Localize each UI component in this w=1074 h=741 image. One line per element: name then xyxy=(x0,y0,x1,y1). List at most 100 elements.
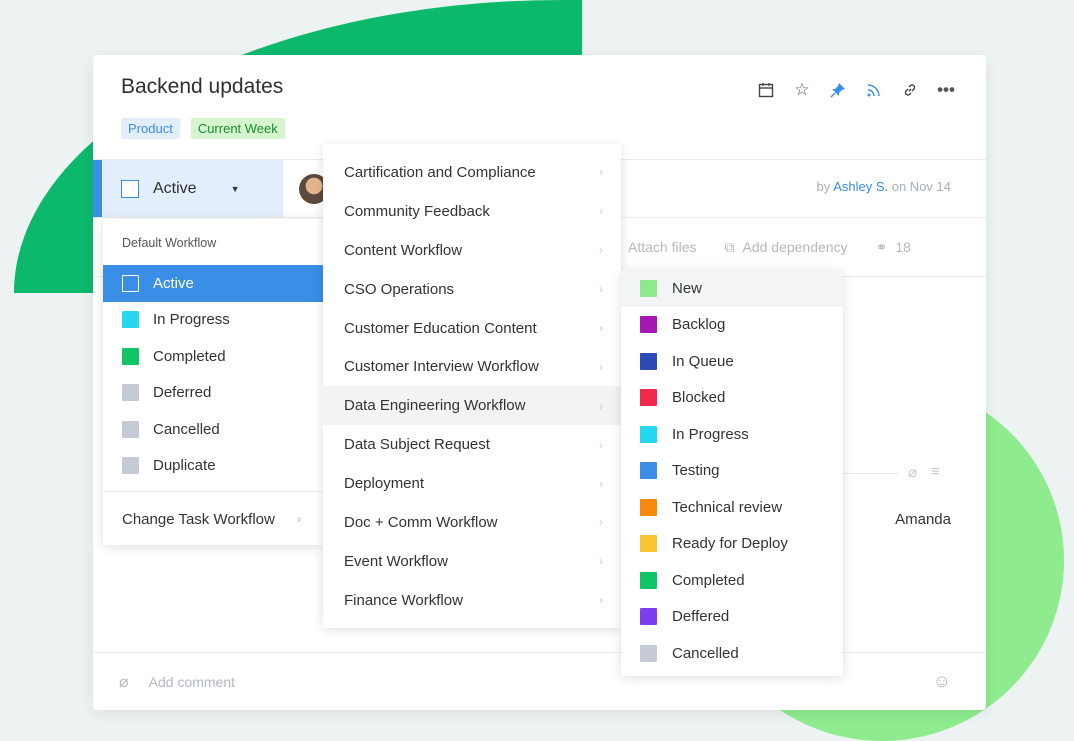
add-dependency-button[interactable]: ⧉ Add dependency xyxy=(724,239,847,256)
header-toolbar: ☆ ••• xyxy=(756,80,956,100)
workflow-label: CSO Operations xyxy=(344,280,455,298)
link-icon[interactable] xyxy=(900,80,920,100)
status-color-swatch xyxy=(640,535,657,553)
workflow-item[interactable]: Cartification and Compliance › xyxy=(323,153,621,192)
status-item[interactable]: Cancelled xyxy=(621,635,843,672)
status-item-label: Technical review xyxy=(672,498,783,516)
status-color-swatch xyxy=(640,279,657,297)
status-dropdown-button[interactable]: Active ▼ xyxy=(93,160,283,217)
workflow-label: Community Feedback xyxy=(344,202,490,220)
workflow-item[interactable]: Doc + Comm Workflow › xyxy=(323,503,621,542)
workflow-item[interactable]: Content Workflow › xyxy=(323,231,621,270)
change-task-workflow-label: Change Task Workflow xyxy=(122,510,275,528)
status-item-label: Completed xyxy=(672,571,745,589)
chevron-right-icon: › xyxy=(599,398,603,413)
more-icon[interactable]: ••• xyxy=(936,80,956,100)
chevron-right-icon: › xyxy=(599,437,603,452)
author-link[interactable]: Ashley S. xyxy=(833,179,888,194)
status-item-label: Cancelled xyxy=(672,644,739,662)
status-color-swatch xyxy=(640,352,657,370)
attach-files-button[interactable]: Attach files xyxy=(628,239,696,256)
workflow-item[interactable]: Community Feedback › xyxy=(323,192,621,231)
workflow-label: Data Subject Request xyxy=(344,436,490,454)
status-item[interactable]: Technical review xyxy=(621,489,843,526)
change-task-workflow-item[interactable]: Change Task Workflow › xyxy=(103,492,325,546)
status-item-label: Backlog xyxy=(672,316,726,334)
chevron-right-icon: › xyxy=(599,554,603,569)
status-item-label: New xyxy=(672,279,703,297)
workflow-label: Data Engineering Workflow xyxy=(344,397,526,415)
task-title[interactable]: Backend updates xyxy=(121,75,283,99)
chevron-right-icon: › xyxy=(599,243,603,258)
pin-icon[interactable] xyxy=(828,80,848,100)
comment-input[interactable]: Add comment xyxy=(149,674,235,690)
byline: by Ashley S. on Nov 14 xyxy=(817,179,951,194)
workflow-item[interactable]: Deployment › xyxy=(323,464,621,503)
status-item[interactable]: In Queue xyxy=(621,343,843,380)
status-item-label: Testing xyxy=(672,462,720,480)
workflow-label: Deployment xyxy=(344,475,425,493)
status-color-swatch xyxy=(640,462,657,480)
star-icon[interactable]: ☆ xyxy=(792,80,812,100)
status-option-label: Active xyxy=(153,274,194,292)
tag-product[interactable]: Product xyxy=(121,118,180,139)
status-item[interactable]: Testing xyxy=(621,453,843,490)
assignee-name[interactable]: Amanda xyxy=(895,511,951,528)
workflow-item[interactable]: CSO Operations › xyxy=(323,270,621,309)
tag-current-week[interactable]: Current Week xyxy=(190,118,285,139)
status-color-swatch xyxy=(640,316,657,334)
workflow-label: Event Workflow xyxy=(344,552,448,570)
status-item-label: Blocked xyxy=(672,389,726,407)
status-item[interactable]: Completed xyxy=(621,562,843,599)
menu-heading: Default Workflow xyxy=(122,236,217,250)
calendar-icon[interactable] xyxy=(756,80,776,100)
status-color-swatch xyxy=(122,311,139,329)
status-item[interactable]: In Progress xyxy=(621,416,843,453)
status-option-deferred[interactable]: Deferred xyxy=(103,375,325,412)
status-item[interactable]: New xyxy=(621,270,843,307)
add-dependency-label: Add dependency xyxy=(742,239,848,255)
paperclip-icon[interactable]: ⌀ xyxy=(119,672,129,692)
paperclip-icon[interactable]: ⌀ xyxy=(908,463,917,481)
status-item[interactable]: Blocked xyxy=(621,380,843,417)
chevron-right-icon: › xyxy=(599,515,603,530)
workflow-item-highlighted[interactable]: Data Engineering Workflow › xyxy=(323,386,621,426)
status-option-label: Deferred xyxy=(153,384,212,402)
workflow-item[interactable]: Finance Workflow › xyxy=(323,581,621,620)
status-color-swatch xyxy=(640,425,657,443)
menu-icon[interactable]: ≡ xyxy=(931,463,940,481)
status-option-label: Completed xyxy=(153,347,226,365)
status-option-completed[interactable]: Completed xyxy=(103,338,325,375)
chevron-right-icon: › xyxy=(599,282,603,297)
share-button[interactable]: ⚭ 18 xyxy=(876,239,911,256)
rss-icon[interactable] xyxy=(864,80,884,100)
emoji-icon[interactable]: ☺ xyxy=(933,671,951,692)
status-item-label: In Queue xyxy=(672,352,734,370)
status-color-swatch xyxy=(640,644,657,662)
status-item[interactable]: Backlog xyxy=(621,307,843,344)
status-color-swatch xyxy=(122,274,139,292)
status-menu: Default Workflow Active In Progress Comp… xyxy=(103,219,325,545)
byline-prefix: by xyxy=(816,179,831,194)
status-option-cancelled[interactable]: Cancelled xyxy=(103,411,325,448)
workflow-item[interactable]: Customer Education Content › xyxy=(323,309,621,348)
status-option-label: In Progress xyxy=(153,311,230,329)
workflow-submenu: Cartification and Compliance › Community … xyxy=(323,144,621,628)
workflow-item[interactable]: Customer Interview Workflow › xyxy=(323,347,621,386)
status-option-in-progress[interactable]: In Progress xyxy=(103,302,325,339)
workflow-item[interactable]: Data Subject Request › xyxy=(323,425,621,464)
status-option-duplicate[interactable]: Duplicate xyxy=(103,448,325,485)
status-checkbox[interactable] xyxy=(121,179,139,198)
workflow-label: Content Workflow xyxy=(344,241,463,259)
chevron-right-icon: › xyxy=(599,593,603,608)
chevron-right-icon: › xyxy=(599,321,603,335)
status-item[interactable]: Ready for Deploy xyxy=(621,526,843,563)
workflow-label: Customer Education Content xyxy=(344,319,537,337)
status-color-swatch xyxy=(122,347,139,365)
status-option-active[interactable]: Active xyxy=(103,265,325,302)
workflow-item[interactable]: Event Workflow › xyxy=(323,542,621,581)
chevron-right-icon: › xyxy=(296,512,301,526)
dependency-icon: ⧉ xyxy=(724,239,735,255)
status-item[interactable]: Deffered xyxy=(621,599,843,636)
status-item-label: In Progress xyxy=(672,425,749,443)
